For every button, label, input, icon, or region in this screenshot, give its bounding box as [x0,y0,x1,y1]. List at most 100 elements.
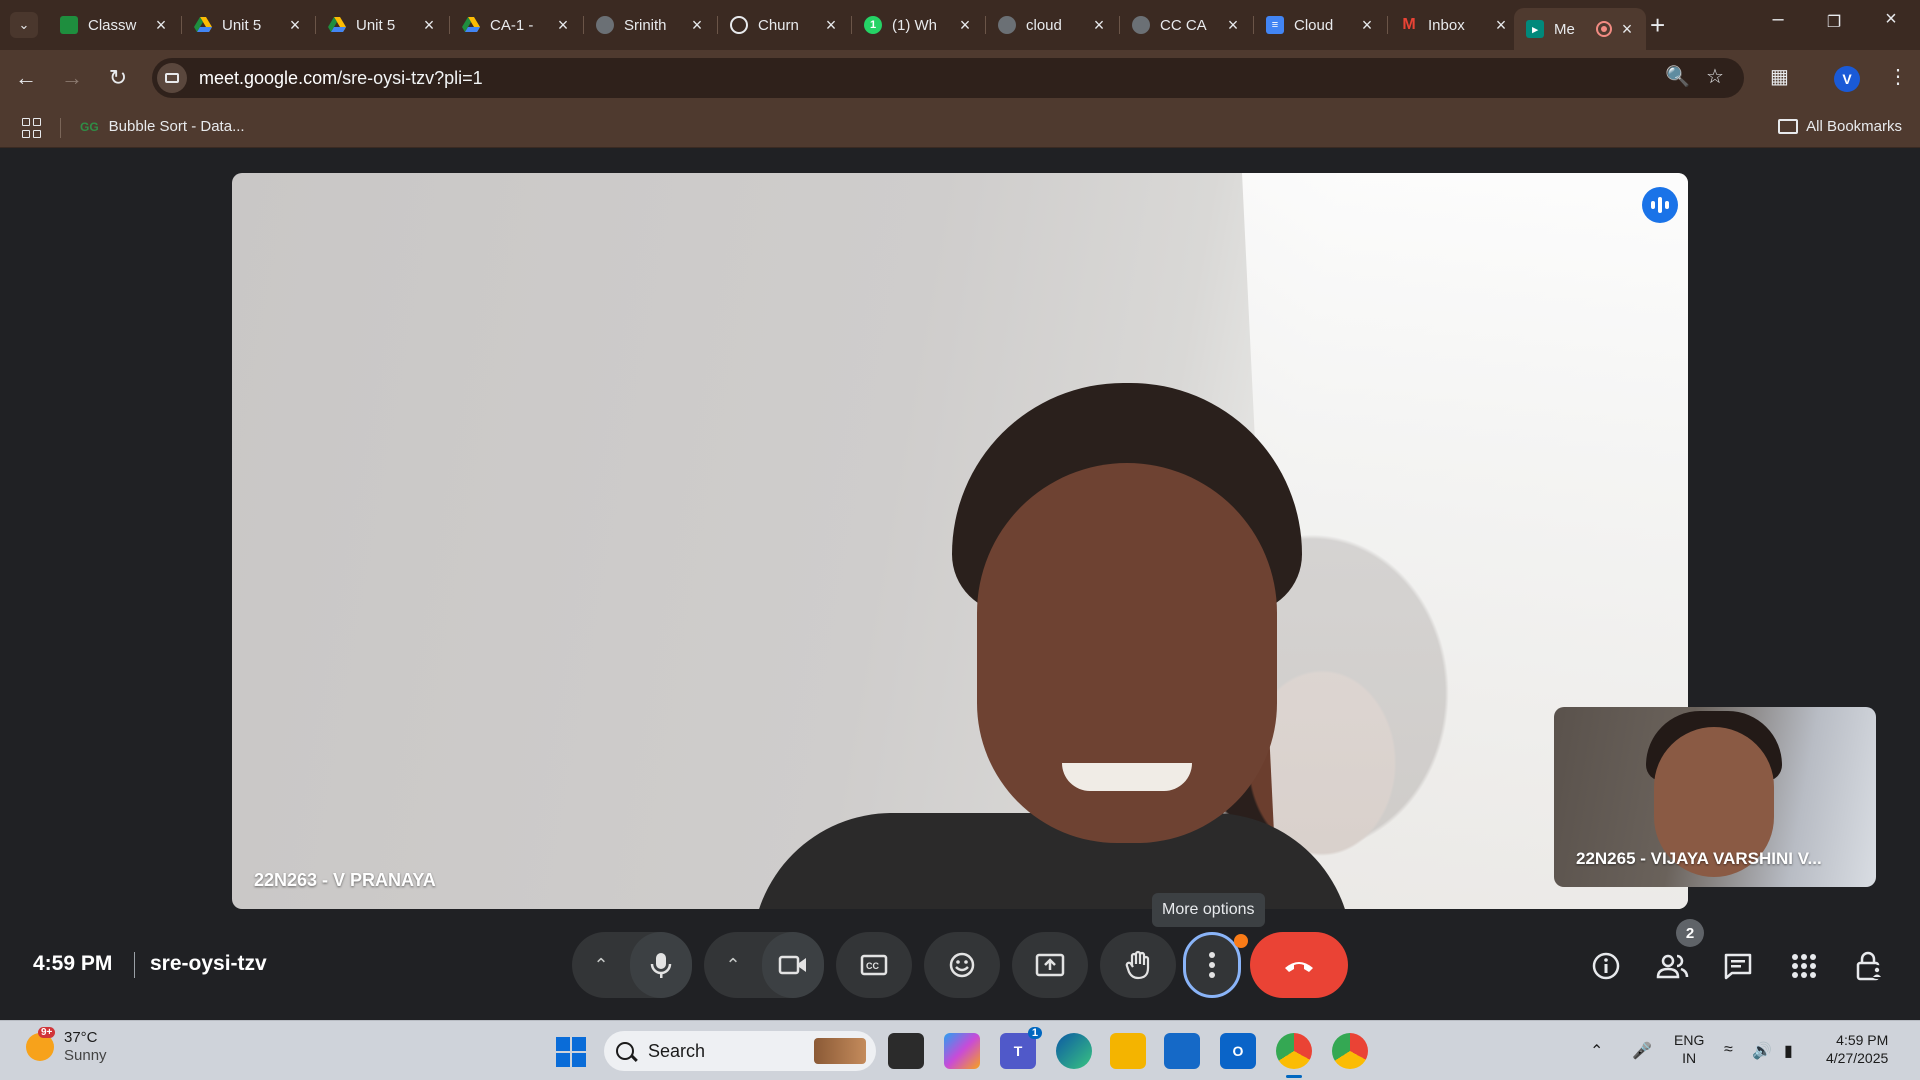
activities-button[interactable] [1784,946,1824,986]
microsoft-store-icon[interactable] [1164,1033,1200,1069]
camera-control-group: ⌃ [704,932,824,998]
edge-icon[interactable] [1056,1033,1092,1069]
active-app-indicator [1286,1075,1302,1078]
google-meet-icon: ▸ [1526,20,1544,38]
all-bookmarks-button[interactable]: All Bookmarks [1778,118,1902,135]
tab-cloud-a[interactable]: cloud × [986,8,1118,42]
battery-icon[interactable]: ▮ [1784,1041,1793,1061]
outlook-icon[interactable]: O [1220,1033,1256,1069]
meeting-details-button[interactable] [1586,946,1626,986]
close-tab-icon[interactable]: × [554,15,572,36]
self-video-tile[interactable]: 22N265 - VIJAYA VARSHINI V... [1554,707,1876,887]
people-button[interactable] [1652,946,1692,986]
site-info-icon[interactable] [157,63,187,93]
google-docs-icon: ≡ [1266,16,1284,34]
tab-churn[interactable]: Churn × [718,8,850,42]
chat-button[interactable] [1718,946,1758,986]
weather-widget[interactable]: 9+ 37°C Sunny [26,1027,107,1065]
copilot-icon[interactable] [944,1033,980,1069]
teams-badge: 1 [1027,1027,1042,1039]
video-settings-chevron-icon[interactable]: ⌃ [704,932,762,998]
emoji-icon [949,952,975,978]
input-language[interactable]: ENG IN [1674,1031,1704,1067]
close-tab-icon[interactable]: × [420,15,438,36]
close-tab-icon[interactable]: × [1090,15,1108,36]
present-screen-icon [1035,953,1065,977]
close-tab-icon[interactable]: × [1618,19,1636,40]
people-icon [1656,954,1689,979]
microphone-tray-icon[interactable]: 🎤 [1632,1041,1652,1061]
more-options-button[interactable] [1183,932,1241,998]
restore-window-button[interactable]: ❐ [1814,12,1854,32]
back-button[interactable]: ← [10,62,42,94]
notification-dot [1234,934,1248,948]
tab-search-button[interactable]: ⌄ [10,12,38,38]
tab-cc-ca[interactable]: CC CA × [1120,8,1252,42]
close-tab-icon[interactable]: × [1492,15,1510,36]
host-controls-button[interactable] [1850,946,1890,986]
show-hidden-icons-chevron[interactable]: ⌃ [1590,1041,1603,1061]
browser-tab-strip: ⌄ Classw × Unit 5 × Unit 5 × CA-1 - × Sr… [0,0,1920,50]
close-tab-icon[interactable]: × [1358,15,1376,36]
chrome-profile-icon[interactable] [1332,1033,1368,1069]
close-tab-icon[interactable]: × [688,15,706,36]
bookmarks-bar: GG Bubble Sort - Data... All Bookmarks [0,108,1920,148]
tab-ca1[interactable]: CA-1 - × [450,8,582,42]
tab-whatsapp[interactable]: 1 (1) Wh × [852,8,984,42]
microphone-button[interactable] [630,932,692,998]
bookmark-star-icon[interactable]: ☆ [1706,64,1724,89]
speaking-indicator-icon [1642,187,1678,223]
tab-cloud-doc[interactable]: ≡ Cloud × [1254,8,1386,42]
volume-icon[interactable]: 🔊 [1752,1041,1772,1061]
tab-unit5-a[interactable]: Unit 5 × [182,8,314,42]
main-video-tile[interactable]: 22N263 - V PRANAYA [232,173,1688,909]
camera-button[interactable] [762,932,824,998]
close-tab-icon[interactable]: × [956,15,974,36]
tab-gmail[interactable]: M Inbox × [1388,8,1520,42]
windows-start-icon[interactable] [556,1037,586,1067]
audio-settings-chevron-icon[interactable]: ⌃ [572,932,630,998]
minimize-window-button[interactable]: – [1758,8,1798,31]
tab-srinith[interactable]: Srinith × [584,8,716,42]
leave-call-button[interactable] [1250,932,1348,998]
tab-meet-active[interactable]: ▸ Me × [1514,8,1646,50]
close-tab-icon[interactable]: × [152,15,170,36]
reload-button[interactable]: ↻ [102,62,134,94]
chrome-icon[interactable] [1276,1033,1312,1069]
zoom-icon[interactable]: 🔍 [1665,64,1690,89]
task-view-icon[interactable] [888,1033,924,1069]
lock-person-icon [1856,951,1884,981]
close-tab-icon[interactable]: × [822,15,840,36]
teams-icon[interactable]: T 1 [1000,1027,1042,1069]
apps-grid-icon[interactable] [22,118,42,138]
raise-hand-button[interactable] [1100,932,1176,998]
weather-badge: 9+ [38,1027,56,1038]
geeksforgeeks-icon: GG [80,119,99,134]
whatsapp-icon: 1 [864,16,882,34]
close-tab-icon[interactable]: × [1224,15,1242,36]
tab-unit5-b[interactable]: Unit 5 × [316,8,448,42]
profile-avatar[interactable]: V [1834,66,1860,92]
tab-classroom[interactable]: Classw × [48,8,180,42]
new-tab-button[interactable]: + [1650,10,1665,41]
globe-icon [596,16,614,34]
close-window-button[interactable]: × [1871,8,1911,31]
address-bar[interactable]: meet.google.com/sre-oysi-tzv?pli=1 [152,58,1744,98]
wifi-icon[interactable]: ≈ [1724,1041,1733,1059]
self-participant-name: 22N265 - VIJAYA VARSHINI V... [1576,849,1822,868]
present-screen-button[interactable] [1012,932,1088,998]
participant-count-badge: 2 [1676,919,1704,947]
system-clock[interactable]: 4:59 PM 4/27/2025 [1826,1031,1888,1067]
google-drive-icon [194,16,212,34]
reactions-button[interactable] [924,932,1000,998]
close-tab-icon[interactable]: × [286,15,304,36]
bookmark-bubble-sort[interactable]: GG Bubble Sort - Data... [80,118,245,135]
file-explorer-icon[interactable] [1110,1033,1146,1069]
hang-up-icon [1285,962,1313,972]
extensions-icon[interactable]: ▦ [1770,64,1789,89]
captions-button[interactable]: CC [836,932,912,998]
taskbar-search[interactable]: Search [604,1031,876,1071]
meeting-clock: 4:59 PM [33,952,113,975]
forward-button[interactable]: → [56,62,88,94]
browser-menu-icon[interactable]: ⋮ [1888,64,1908,89]
